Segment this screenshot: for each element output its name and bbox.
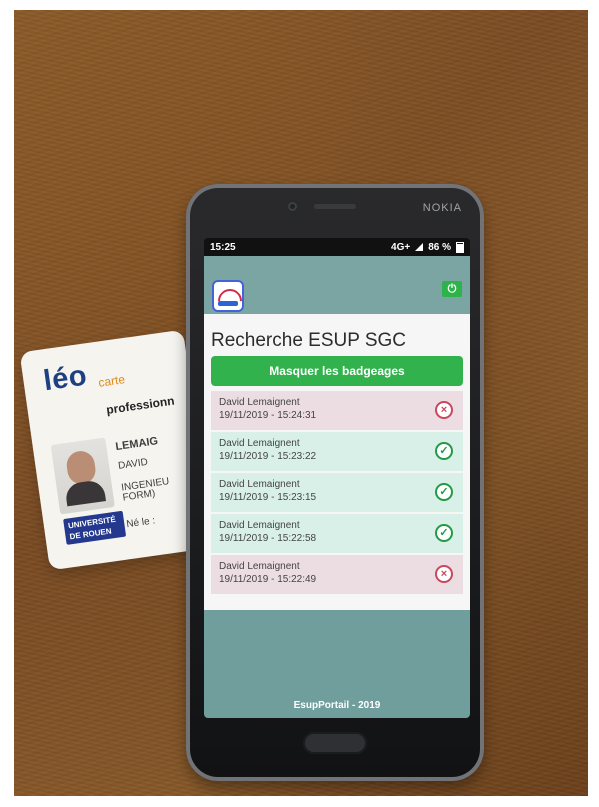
badgeage-row[interactable]: David Lemaignent 19/11/2019 - 15:22:58 ✓	[211, 514, 463, 553]
front-camera-icon	[288, 202, 297, 211]
phone-brand: NOKIA	[422, 202, 462, 214]
signal-icon	[415, 243, 424, 251]
card-photo	[50, 437, 115, 515]
card-heading: professionn	[105, 393, 176, 417]
badgeage-row[interactable]: David Lemaignent 19/11/2019 - 15:22:49 ×	[211, 555, 463, 594]
home-button[interactable]	[303, 732, 367, 754]
card-line-1: LEMAIG	[114, 435, 159, 454]
status-right: 4G+ 86 %	[391, 241, 464, 253]
badgeage-name: David Lemaignent	[219, 397, 300, 408]
badgeage-row[interactable]: David Lemaignent 19/11/2019 - 15:23:22 ✓	[211, 432, 463, 471]
hide-badgeages-button[interactable]: Masquer les badgeages	[211, 356, 463, 386]
university-logo: UNIVERSITÉ DE ROUEN	[63, 510, 127, 545]
badgeage-datetime: 19/11/2019 - 15:22:58	[219, 533, 317, 544]
app-logo-icon	[212, 280, 244, 312]
badgeage-datetime: 19/11/2019 - 15:23:15	[219, 492, 317, 503]
network-label: 4G+	[391, 241, 411, 253]
badgeage-list: David Lemaignent 19/11/2019 - 15:24:31 ×…	[211, 391, 463, 596]
badgeage-row[interactable]: David Lemaignent 19/11/2019 - 15:24:31 ×	[211, 391, 463, 430]
page-title: Recherche ESUP SGC	[211, 330, 407, 351]
badgeage-row[interactable]: David Lemaignent 19/11/2019 - 15:23:15 ✓	[211, 473, 463, 512]
photo-scene: léo carte professionn LEMAIG DAVID INGEN…	[14, 10, 588, 796]
status-bar: 15:25 4G+ 86 %	[204, 238, 470, 256]
id-card: léo carte professionn LEMAIG DAVID INGEN…	[19, 329, 214, 571]
badgeage-name: David Lemaignent	[219, 520, 300, 531]
card-subtitle: carte	[97, 372, 126, 390]
check-circle-icon: ✓	[435, 524, 453, 542]
check-circle-icon: ✓	[435, 442, 453, 460]
cancel-circle-icon: ×	[435, 565, 453, 583]
badgeage-datetime: 19/11/2019 - 15:24:31	[219, 410, 317, 421]
card-line-2: DAVID	[117, 456, 149, 472]
app-header: ⏻	[204, 256, 470, 314]
phone: NOKIA 15:25 4G+ 86 % ⏻ Recherche ESUP SG…	[186, 184, 484, 781]
card-photo-body	[64, 479, 106, 507]
badgeage-datetime: 19/11/2019 - 15:23:22	[219, 451, 317, 462]
badgeage-name: David Lemaignent	[219, 479, 300, 490]
power-button[interactable]: ⏻	[442, 281, 462, 297]
phone-screen: 15:25 4G+ 86 % ⏻ Recherche ESUP SGC Masq…	[204, 238, 470, 718]
power-icon: ⏻	[447, 282, 457, 295]
battery-label: 86 %	[428, 241, 451, 253]
footer-text: EsupPortail - 2019	[293, 700, 381, 711]
battery-icon	[456, 241, 464, 253]
status-time: 15:25	[210, 241, 236, 253]
badgeage-name: David Lemaignent	[219, 438, 300, 449]
badgeage-name: David Lemaignent	[219, 561, 300, 572]
app-content: Recherche ESUP SGC Masquer les badgeages…	[204, 314, 470, 610]
earpiece	[314, 204, 356, 209]
cancel-circle-icon: ×	[435, 401, 453, 419]
badgeage-datetime: 19/11/2019 - 15:22:49	[219, 574, 317, 585]
card-photo-head	[64, 449, 98, 486]
check-circle-icon: ✓	[435, 483, 453, 501]
card-logo: léo	[41, 359, 89, 398]
card-line-5: Né le :	[125, 515, 156, 531]
